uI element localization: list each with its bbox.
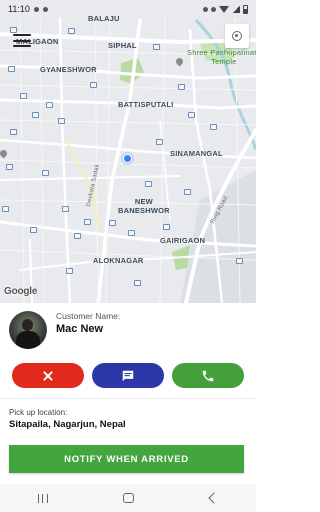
status-bar: 11:10	[0, 0, 256, 18]
poi-marker	[134, 280, 141, 286]
menu-icon-bar	[13, 39, 31, 42]
home-icon[interactable]	[123, 493, 135, 503]
poi-marker	[42, 170, 49, 176]
notification-icon	[42, 6, 48, 12]
poi-marker	[20, 93, 27, 99]
phone-icon	[202, 370, 214, 381]
poi-marker	[109, 220, 116, 226]
customer-section	[0, 303, 256, 355]
battery-icon	[243, 4, 248, 14]
map-label-gairigaon: GAIRIGAON	[160, 236, 206, 245]
poi-marker	[8, 66, 15, 72]
map-label-new-baneshwor: NEW BANESHWOR	[118, 197, 170, 215]
google-logo: Google	[4, 286, 38, 297]
status-left: 11:10	[8, 4, 48, 14]
poi-marker	[6, 164, 13, 170]
poi-marker	[32, 112, 39, 118]
poi-marker	[68, 28, 75, 34]
poi-marker	[46, 102, 53, 108]
map-label-gyaneshwor: GYANESHWOR	[40, 65, 97, 74]
call-button[interactable]	[172, 363, 244, 388]
customer-name-label: Customer Name:	[56, 311, 121, 321]
poi-marker	[236, 258, 243, 264]
message-button[interactable]	[92, 363, 164, 388]
menu-icon[interactable]	[13, 34, 31, 47]
status-time: 11:10	[8, 4, 30, 14]
my-location-button[interactable]	[225, 24, 249, 48]
notify-when-arrived-button[interactable]: NOTIFY WHEN ARRIVED	[9, 445, 244, 473]
wifi-icon	[219, 5, 229, 13]
poi-marker	[58, 118, 65, 124]
poi-marker	[163, 224, 170, 230]
map-label-battisputali: BATTISPUTALI	[118, 100, 174, 109]
pickup-location-value: Sitapaila, Nagarjun, Nepal	[9, 419, 126, 430]
poi-marker	[188, 112, 195, 118]
message-icon	[122, 370, 134, 381]
alarm-icon	[203, 6, 208, 12]
pickup-location-label: Pick up location:	[9, 408, 68, 417]
poi-marker	[10, 27, 17, 33]
poi-marker	[184, 189, 191, 195]
map-label-pashupatinath: Shree Pashupatinath Temple	[187, 48, 256, 66]
poi-marker	[62, 206, 69, 212]
map-view[interactable]: BALAJU MALIGAON SIPHAL Shree Pashupatina…	[0, 0, 256, 303]
close-icon	[43, 371, 53, 381]
poi-marker	[145, 181, 152, 187]
menu-icon-bar	[13, 45, 31, 47]
location-icon	[211, 6, 216, 12]
map-label-aloknagar: ALOKNAGAR	[93, 256, 144, 265]
poi-marker	[156, 139, 163, 145]
system-nav-bar	[0, 484, 256, 512]
signal-icon	[232, 5, 240, 13]
poi-marker	[153, 44, 160, 50]
menu-icon-bar	[13, 34, 31, 36]
poi-marker	[128, 230, 135, 236]
poi-marker	[2, 206, 9, 212]
poi-marker	[74, 233, 81, 239]
poi-marker	[90, 82, 97, 88]
cancel-button[interactable]	[12, 363, 84, 388]
poi-marker	[84, 219, 91, 225]
map-label-sinamangal: SINAMANGAL	[170, 149, 223, 158]
poi-marker	[210, 124, 217, 130]
crosshair-icon	[232, 31, 242, 41]
avatar-head	[22, 319, 33, 331]
poi-marker	[66, 268, 73, 274]
current-location-dot	[123, 154, 132, 163]
map-label-siphal: SIPHAL	[108, 41, 137, 50]
poi-marker	[10, 129, 17, 135]
back-icon[interactable]	[208, 492, 220, 504]
avatar-body	[16, 331, 40, 349]
customer-avatar	[9, 311, 47, 349]
poi-marker	[178, 84, 185, 90]
recent-apps-icon[interactable]	[37, 493, 48, 503]
poi-marker	[30, 227, 37, 233]
status-right	[203, 4, 248, 14]
divider	[0, 398, 256, 399]
notification-icon	[33, 6, 39, 12]
customer-name: Mac New	[56, 323, 104, 335]
